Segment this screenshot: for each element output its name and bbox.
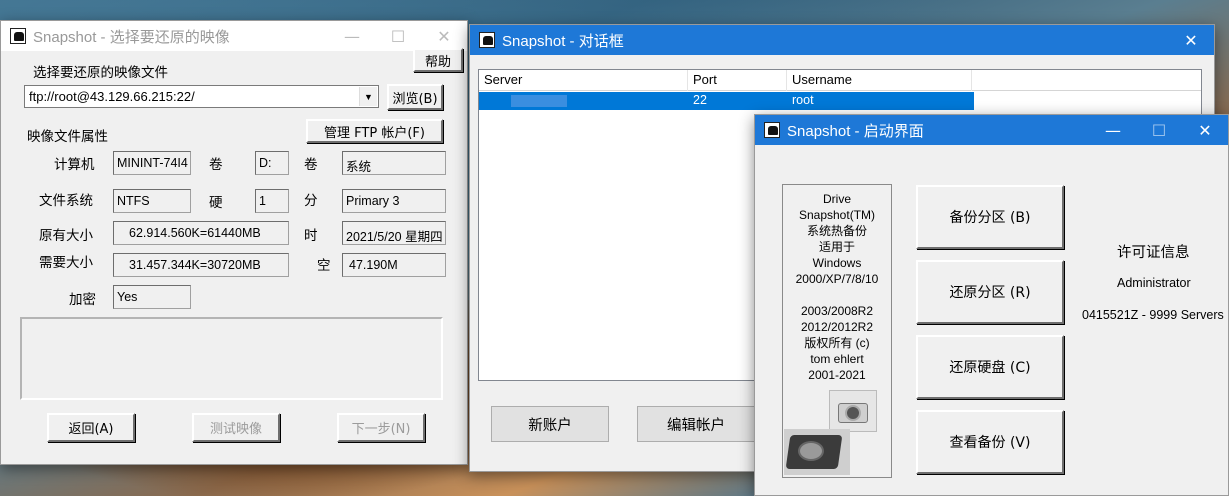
encrypt-field: Yes — [113, 285, 191, 309]
computer-label: 计算机 — [54, 157, 95, 173]
license-title: 许可证信息 — [1117, 245, 1190, 261]
volume-field: D: — [255, 151, 289, 175]
view-backup-button[interactable]: 查看备份 (V) — [916, 410, 1064, 474]
titlebar[interactable]: Snapshot - 对话框 ✕ — [470, 25, 1214, 55]
info-line: Snapshot(TM) — [798, 208, 876, 222]
minimize-icon[interactable]: — — [329, 21, 375, 51]
info-line: Windows — [812, 256, 862, 270]
maximize-icon[interactable]: ☐ — [1136, 115, 1182, 145]
snapshot-app-icon — [9, 27, 27, 45]
message-area — [20, 317, 443, 400]
snapshot-app-icon — [478, 31, 496, 49]
info-line: tom ehlert — [810, 352, 864, 366]
window-title: Snapshot - 对话框 — [502, 32, 624, 50]
restore-partition-button[interactable]: 还原分区 (R) — [916, 260, 1064, 324]
server-cell-redacted — [511, 95, 567, 107]
column-server[interactable]: Server — [479, 70, 688, 91]
filesystem-field: NTFS — [113, 189, 191, 213]
encrypt-label: 加密 — [69, 292, 96, 308]
browse-button[interactable]: 浏览(B) — [387, 84, 443, 110]
info-line: 2000/XP/7/8/10 — [795, 272, 879, 286]
properties-label: 映像文件属性 — [27, 129, 108, 145]
need-size-label: 需要大小 — [39, 255, 93, 271]
hard-drive-icon — [784, 429, 850, 475]
startup-window: Snapshot - 启动界面 — ☐ ✕ Drive Snapshot(TM)… — [754, 114, 1229, 496]
info-line: 版权所有 (c) — [804, 336, 870, 350]
info-line: Drive — [822, 192, 851, 206]
username-cell: root — [792, 93, 814, 107]
snapshot-app-icon — [763, 121, 781, 139]
new-account-button[interactable]: 新账户 — [491, 406, 609, 442]
partition-label: 分 — [304, 193, 318, 209]
time-field: 2021/5/20 星期四 — [342, 221, 446, 245]
info-line — [783, 287, 891, 303]
info-line: 系统热备份 — [806, 224, 867, 238]
license-key: 0415521Z - 9999 Servers — [1082, 308, 1224, 322]
window-title: Snapshot - 选择要还原的映像 — [33, 28, 230, 46]
manage-ftp-button[interactable]: 管理 FTP 帐户(F) — [306, 119, 443, 143]
info-line: 2001-2021 — [808, 368, 866, 382]
image-file-value: ftp://root@43.129.66.215:22/ — [29, 89, 195, 104]
info-line: 2012/2012R2 — [800, 320, 874, 334]
image-file-label: 选择要还原的映像文件 — [33, 65, 168, 81]
test-image-button[interactable]: 测试映像 — [192, 413, 280, 442]
disk-label: 硬 — [209, 195, 223, 211]
filesystem-label: 文件系统 — [39, 193, 93, 209]
time-label: 时 — [304, 228, 318, 244]
close-icon[interactable]: ✕ — [1168, 25, 1214, 55]
need-size-field: 31.457.344K=30720MB — [113, 253, 289, 277]
minimize-icon[interactable]: — — [1090, 115, 1136, 145]
close-icon[interactable]: ✕ — [421, 21, 467, 51]
orig-size-field: 62.914.560K=61440MB — [113, 221, 289, 245]
list-header: Server Port Username — [479, 70, 1201, 91]
disk-field: 1 — [255, 189, 289, 213]
table-row[interactable]: 22 root — [479, 92, 974, 110]
port-cell: 22 — [693, 93, 707, 107]
partition-field: Primary 3 — [342, 189, 446, 213]
camera-icon — [829, 390, 877, 432]
restore-disk-button[interactable]: 还原硬盘 (C) — [916, 335, 1064, 399]
free-label: 空 — [317, 258, 331, 274]
edit-account-button[interactable]: 编辑帐户 — [637, 406, 755, 442]
image-file-combobox[interactable]: ftp://root@43.129.66.215:22/ ▼ — [24, 85, 379, 108]
next-button[interactable]: 下一步(N) — [337, 413, 425, 442]
volume-name-field: 系统 — [342, 151, 446, 175]
computer-field: MININT-74I4 — [113, 151, 191, 175]
backup-partition-button[interactable]: 备份分区 (B) — [916, 185, 1064, 249]
free-field: 47.190M — [342, 253, 446, 277]
help-button[interactable]: 帮助 — [413, 48, 463, 72]
titlebar[interactable]: Snapshot - 选择要还原的映像 — ☐ ✕ — [1, 21, 467, 51]
window-title: Snapshot - 启动界面 — [787, 122, 924, 140]
info-line: 适用于 — [818, 240, 855, 254]
license-user: Administrator — [1117, 276, 1191, 290]
volume-label: 卷 — [209, 157, 223, 173]
column-username[interactable]: Username — [787, 70, 972, 91]
titlebar[interactable]: Snapshot - 启动界面 — ☐ ✕ — [755, 115, 1228, 145]
volume-name-label: 卷 — [304, 157, 318, 173]
restore-image-window: Snapshot - 选择要还原的映像 — ☐ ✕ 帮助 选择要还原的映像文件 … — [0, 20, 468, 465]
column-port[interactable]: Port — [688, 70, 787, 91]
info-line: 2003/2008R2 — [800, 304, 874, 318]
chevron-down-icon[interactable]: ▼ — [359, 87, 377, 106]
orig-size-label: 原有大小 — [39, 228, 93, 244]
back-button[interactable]: 返回(A) — [47, 413, 135, 442]
close-icon[interactable]: ✕ — [1182, 115, 1228, 145]
maximize-icon[interactable]: ☐ — [375, 21, 421, 51]
